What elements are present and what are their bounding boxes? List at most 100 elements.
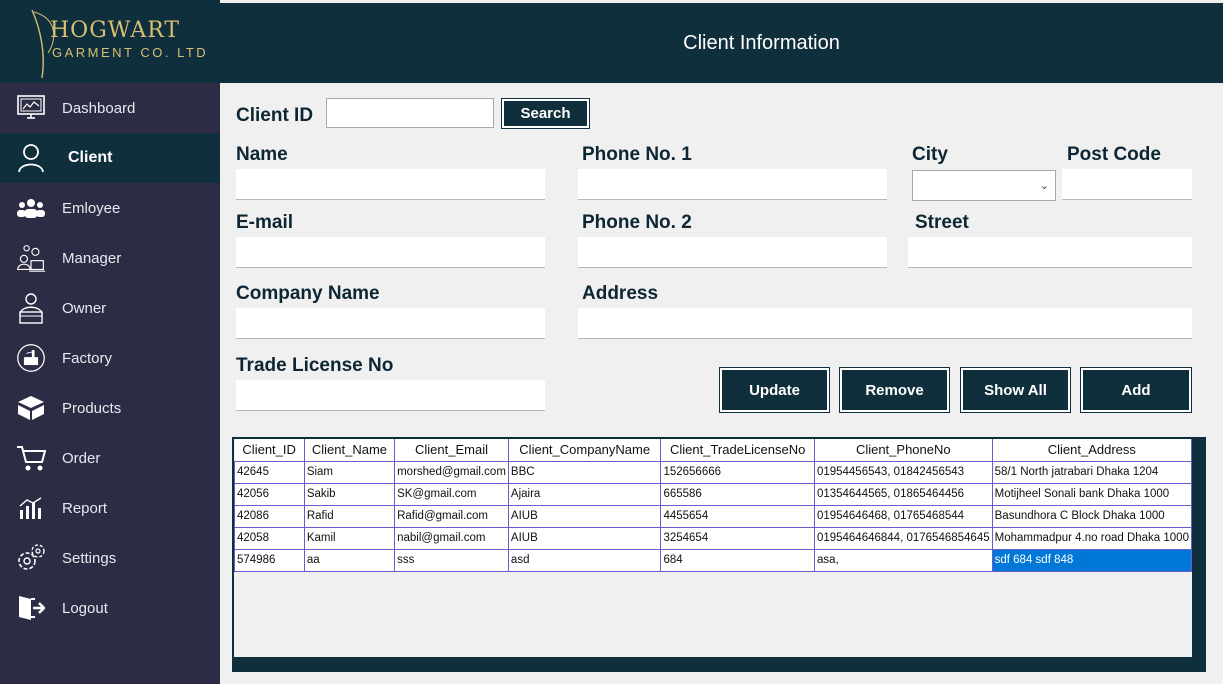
owner-icon bbox=[16, 293, 46, 324]
table-cell[interactable]: 01354644565, 01865464456 bbox=[813, 482, 993, 506]
sidebar-item-label: Dashboard bbox=[62, 99, 136, 117]
table-cell[interactable]: Ajaira bbox=[507, 482, 662, 506]
street-field[interactable] bbox=[908, 237, 1192, 268]
city-label: City bbox=[912, 144, 948, 165]
table-cell[interactable]: 58/1 North jatrabari Dhaka 1204 bbox=[991, 460, 1193, 484]
company-name-label: Company Name bbox=[236, 283, 380, 304]
client-id-label: Client ID bbox=[236, 105, 314, 126]
company-logo: HOGWART GARMENT CO. LTD bbox=[0, 0, 220, 83]
table-cell[interactable]: Motijheel Sonali bank Dhaka 1000 bbox=[991, 482, 1193, 506]
sidebar-item-dashboard[interactable]: Dashboard bbox=[0, 83, 220, 133]
table-cell[interactable]: sdf 684 sdf 848 bbox=[991, 548, 1193, 572]
table-row[interactable]: 42645 Siam morshed@gmail.com BBC 152656666 01… bbox=[234, 460, 1193, 484]
sidebar-item-employee[interactable]: Emloyee bbox=[0, 183, 220, 233]
table-cell[interactable]: 42058 bbox=[234, 526, 305, 550]
table-cell[interactable]: 01954646468, 01765468544 bbox=[813, 504, 993, 528]
dashboard-icon bbox=[16, 93, 46, 123]
table-cell[interactable]: 0195464646844, 0176546854645 bbox=[813, 526, 993, 550]
table-cell[interactable]: 684 bbox=[660, 548, 815, 572]
table-cell[interactable]: 42056 bbox=[234, 482, 305, 506]
sidebar-item-logout[interactable]: Logout bbox=[0, 583, 220, 633]
table-header-row: Client_ID Client_Name Client_Email Client_C… bbox=[234, 439, 1193, 462]
name-label: Name bbox=[236, 144, 288, 165]
client-id-input[interactable] bbox=[326, 98, 494, 128]
email-label: E-mail bbox=[236, 212, 294, 233]
phone2-field[interactable] bbox=[578, 237, 887, 268]
trade-license-label: Trade License No bbox=[236, 355, 394, 376]
sidebar-item-label: Order bbox=[62, 449, 101, 467]
sidebar-item-label: Manager bbox=[62, 249, 122, 267]
sidebar-item-order[interactable]: Order bbox=[0, 433, 220, 483]
group-icon bbox=[16, 193, 46, 223]
client-data-grid[interactable]: Client_ID Client_Name Client_Email Client_C… bbox=[234, 439, 1193, 572]
column-header[interactable]: Client_CompanyName bbox=[508, 439, 662, 462]
table-row[interactable]: 42086 Rafid Rafid@gmail.com AIUB 4455654 0195… bbox=[234, 504, 1193, 528]
sidebar-item-manager[interactable]: Manager bbox=[0, 233, 220, 283]
manager-icon bbox=[16, 243, 46, 273]
table-cell[interactable]: AIUB bbox=[507, 526, 662, 550]
sidebar-item-label: Settings bbox=[62, 549, 117, 567]
sidebar-item-client[interactable]: Client bbox=[0, 133, 220, 183]
table-cell[interactable]: AIUB bbox=[507, 504, 662, 528]
table-cell[interactable]: Siam bbox=[303, 460, 396, 484]
column-header[interactable]: Client_Email bbox=[394, 439, 509, 462]
table-cell[interactable]: asd bbox=[507, 548, 662, 572]
logo-title: HOGWART bbox=[50, 18, 181, 43]
column-header[interactable]: Client_PhoneNo bbox=[814, 439, 993, 462]
postcode-label: Post Code bbox=[1067, 144, 1161, 165]
column-header[interactable]: Client_Address bbox=[992, 439, 1193, 462]
update-button[interactable]: Update bbox=[719, 367, 830, 413]
table-cell[interactable]: Sakib bbox=[303, 482, 396, 506]
email-field[interactable] bbox=[236, 237, 545, 268]
company-name-field[interactable] bbox=[236, 308, 545, 339]
table-cell[interactable]: 152656666 bbox=[660, 460, 815, 484]
sidebar-item-report[interactable]: Report bbox=[0, 483, 220, 533]
table-cell[interactable]: nabil@gmail.com bbox=[394, 526, 509, 550]
table-cell[interactable]: Rafid@gmail.com bbox=[394, 504, 509, 528]
table-cell[interactable]: Basundhora C Block Dhaka 1000 bbox=[991, 504, 1193, 528]
sidebar-item-factory[interactable]: Factory bbox=[0, 333, 220, 383]
table-cell[interactable]: 4455654 bbox=[660, 504, 815, 528]
address-field[interactable] bbox=[578, 308, 1192, 339]
table-cell[interactable]: morshed@gmail.com bbox=[394, 460, 509, 484]
city-select[interactable]: ⌄ bbox=[912, 170, 1056, 201]
column-header[interactable]: Client_TradeLicenseNo bbox=[660, 439, 815, 462]
table-row[interactable]: 42056 Sakib SK@gmail.com Ajaira 665586 013546… bbox=[234, 482, 1193, 506]
logout-icon bbox=[16, 593, 46, 623]
table-cell[interactable]: 42645 bbox=[234, 460, 305, 484]
table-cell[interactable]: Mohammadpur 4.no road Dhaka 1000 bbox=[991, 526, 1193, 550]
table-cell[interactable]: BBC bbox=[507, 460, 662, 484]
search-button[interactable]: Search bbox=[501, 98, 590, 129]
sidebar-item-settings[interactable]: Settings bbox=[0, 533, 220, 583]
table-row[interactable]: 42058 Kamil nabil@gmail.com AIUB 3254654 0195… bbox=[234, 526, 1193, 550]
table-cell[interactable]: Rafid bbox=[303, 504, 396, 528]
table-cell[interactable]: aa bbox=[303, 548, 396, 572]
table-cell[interactable]: Kamil bbox=[303, 526, 396, 550]
client-table-frame: Client_ID Client_Name Client_Email Client_C… bbox=[232, 437, 1206, 672]
show-all-button[interactable]: Show All bbox=[960, 367, 1071, 413]
sidebar-item-owner[interactable]: Owner bbox=[0, 283, 220, 333]
sidebar-item-label: Owner bbox=[62, 299, 107, 317]
phone1-field[interactable] bbox=[578, 169, 887, 200]
column-header[interactable]: Client_ID bbox=[234, 439, 305, 462]
table-cell[interactable]: 3254654 bbox=[660, 526, 815, 550]
trade-license-field[interactable] bbox=[236, 380, 545, 411]
sidebar-item-label: Factory bbox=[62, 349, 113, 367]
table-cell[interactable]: sss bbox=[394, 548, 509, 572]
table-cell[interactable]: 01954456543, 01842456543 bbox=[813, 460, 993, 484]
table-cell[interactable]: 42086 bbox=[234, 504, 305, 528]
table-row[interactable]: 574986 aa sss asd 684 asa, sdf 684 sdf 848 bbox=[234, 548, 1193, 572]
sidebar-item-products[interactable]: Products bbox=[0, 383, 220, 433]
column-header[interactable]: Client_Name bbox=[304, 439, 396, 462]
sidebar: HOGWART GARMENT CO. LTD Dashboard Client… bbox=[0, 0, 220, 684]
table-cell[interactable]: SK@gmail.com bbox=[394, 482, 509, 506]
postcode-field[interactable] bbox=[1062, 169, 1192, 200]
client-table[interactable]: Client_ID Client_Name Client_Email Client_C… bbox=[234, 439, 1193, 657]
chevron-down-icon: ⌄ bbox=[1039, 180, 1049, 192]
remove-button[interactable]: Remove bbox=[839, 367, 950, 413]
table-cell[interactable]: 665586 bbox=[660, 482, 815, 506]
name-field[interactable] bbox=[236, 169, 545, 200]
add-button[interactable]: Add bbox=[1080, 367, 1192, 413]
table-cell[interactable]: asa, bbox=[813, 548, 993, 572]
table-cell[interactable]: 574986 bbox=[234, 548, 305, 572]
